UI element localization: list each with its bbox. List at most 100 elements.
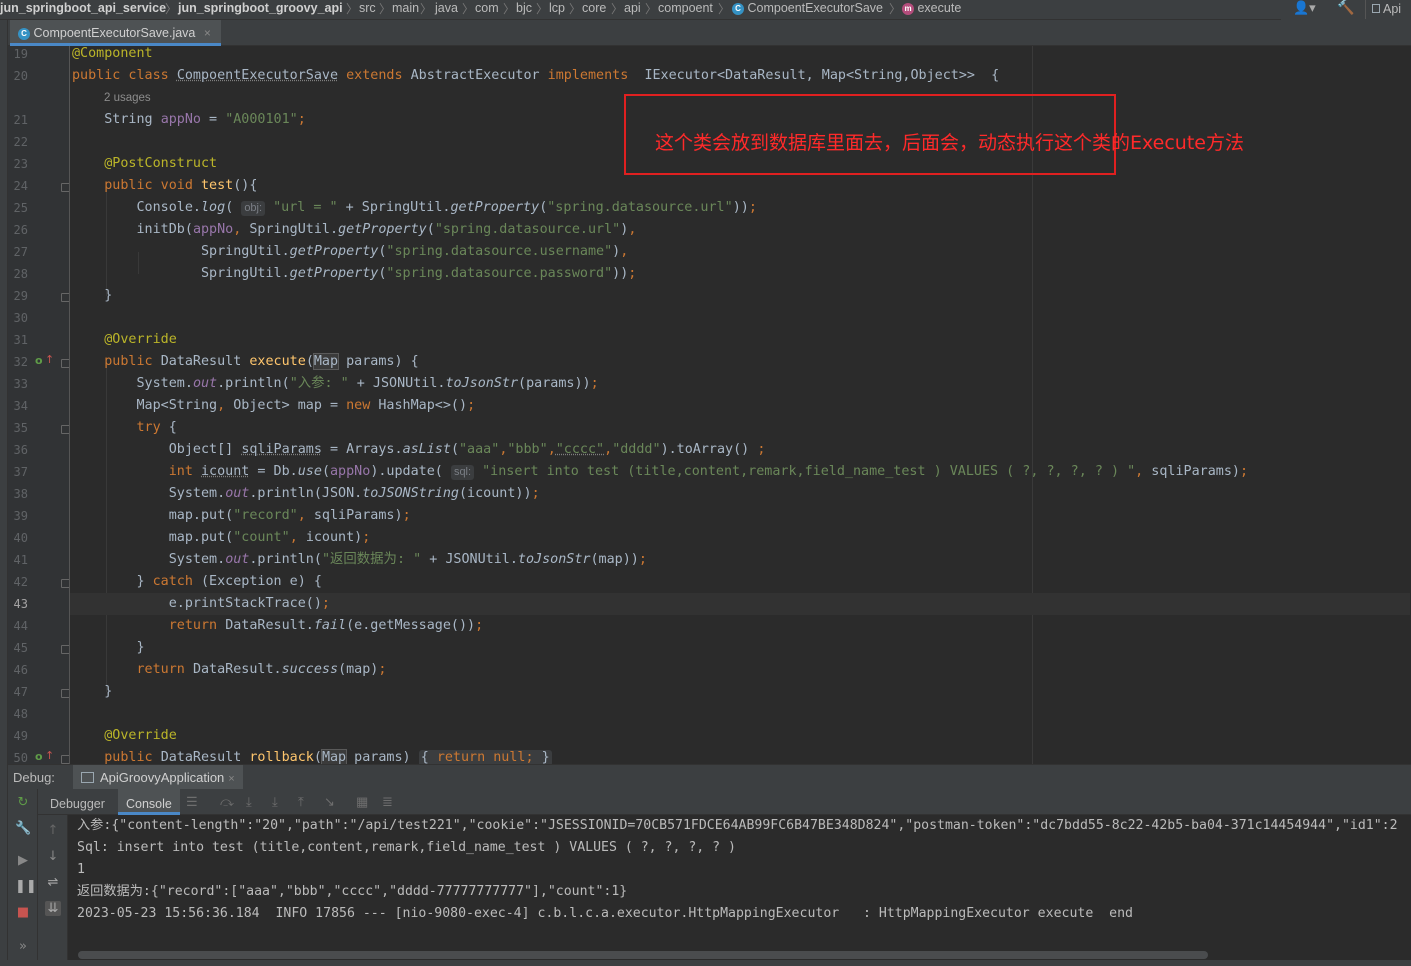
breadcrumb-item-api[interactable]: api xyxy=(624,1,641,15)
breadcrumb-separator: 〉 xyxy=(536,2,549,16)
param-hint: obj: xyxy=(241,201,266,216)
breadcrumb-class-label: CompoentExecutorSave xyxy=(747,1,883,15)
fold-icon[interactable] xyxy=(61,579,69,588)
fold-icon[interactable] xyxy=(61,645,69,654)
breadcrumb-item-class[interactable]: C CompoentExecutorSave xyxy=(732,1,883,15)
line-number: 34 xyxy=(13,399,28,413)
line-number: 45 xyxy=(13,641,28,655)
breadcrumb-item-com[interactable]: com xyxy=(475,1,499,15)
line-number: 30 xyxy=(13,311,28,325)
annotation-text: 这个类会放到数据库里面去，后面会，动态执行这个类的Execute方法 xyxy=(655,132,1244,154)
more-icon[interactable]: » xyxy=(15,939,31,954)
console-output[interactable]: 入参:{"content-length":"20","path":"/api/t… xyxy=(68,815,1411,951)
breadcrumb-item-src[interactable]: src xyxy=(359,1,376,15)
top-right-toolbar: 👤▾ 🔨 Api xyxy=(1281,0,1411,20)
step-out-icon[interactable]: ⤒ xyxy=(298,794,304,810)
method-icon: m xyxy=(902,3,914,15)
close-icon[interactable]: × xyxy=(228,773,234,785)
override-marker-icon[interactable]: o xyxy=(35,750,43,763)
stop-icon[interactable]: ■ xyxy=(15,905,31,920)
editor-tab[interactable]: C CompoentExecutorSave.java × xyxy=(10,20,221,46)
breadcrumb: jun_springboot_api_service 〉 jun_springb… xyxy=(0,0,1411,20)
breadcrumb-item-compoent[interactable]: compoent xyxy=(658,1,713,15)
fold-icon[interactable] xyxy=(61,359,69,368)
fold-icon[interactable] xyxy=(61,425,69,434)
pause-icon[interactable]: ❚❚ xyxy=(15,879,37,894)
usages-hint[interactable]: 2 usages xyxy=(104,92,151,104)
tab-debugger[interactable]: Debugger xyxy=(42,789,113,815)
breadcrumb-method-label: execute xyxy=(917,1,962,15)
step-over-icon[interactable]: ⤼ xyxy=(220,794,234,810)
fold-icon[interactable] xyxy=(61,689,69,698)
line-number: 39 xyxy=(13,509,28,523)
editor-tab-label: CompoentExecutorSave.java xyxy=(33,26,196,40)
line-number: 41 xyxy=(13,553,28,567)
code-line: Map<String, Object> map = new HashMap<>(… xyxy=(72,398,476,413)
line-number: 24 xyxy=(13,179,28,193)
debug-session-label: ApiGroovyApplication xyxy=(100,770,225,785)
breadcrumb-item-main[interactable]: main xyxy=(392,1,419,15)
tab-console[interactable]: Console xyxy=(118,789,180,815)
step-into-icon[interactable]: ⤓ xyxy=(246,794,252,810)
force-step-into-icon[interactable]: ⤓ xyxy=(272,794,278,810)
line-number: 20 xyxy=(13,69,28,83)
override-marker-icon[interactable]: o xyxy=(35,354,43,367)
close-icon[interactable]: × xyxy=(204,26,211,40)
scrollbar-thumb[interactable] xyxy=(78,951,1208,959)
code-line: Object[] sqliParams = Arrays.asList("aaa… xyxy=(72,442,766,457)
up-arrow-icon[interactable]: ↑ xyxy=(45,749,54,762)
line-number: 35 xyxy=(13,421,28,435)
build-hammer-icon[interactable]: 🔨 xyxy=(1337,0,1354,16)
code-line: @Override xyxy=(104,728,177,743)
evaluate-icon[interactable]: ▦ xyxy=(356,794,368,810)
scroll-to-end-icon[interactable]: ⇊ xyxy=(45,901,61,916)
status-bar xyxy=(0,960,1411,966)
down-arrow-icon[interactable]: ↓ xyxy=(45,849,61,864)
breadcrumb-item-java[interactable]: java xyxy=(435,1,458,15)
run-to-cursor-icon[interactable]: ↘ xyxy=(324,794,335,810)
code-line: } xyxy=(72,640,145,655)
debug-session-tab[interactable]: ApiGroovyApplication × xyxy=(73,765,243,790)
code-line: @PostConstruct xyxy=(104,156,218,171)
run-config-selector[interactable]: Api xyxy=(1365,0,1411,19)
menu-icon[interactable]: ☰ xyxy=(186,794,198,810)
line-number: 50 xyxy=(13,751,28,764)
soft-wrap-icon[interactable]: ⇌ xyxy=(45,875,61,890)
fold-icon[interactable] xyxy=(61,755,69,764)
up-arrow-icon[interactable]: ↑ xyxy=(45,353,54,366)
fold-icon[interactable] xyxy=(61,293,69,302)
breadcrumb-item-core[interactable]: core xyxy=(582,1,606,15)
line-number: 42 xyxy=(13,575,28,589)
breadcrumb-item-project[interactable]: jun_springboot_api_service xyxy=(0,1,166,15)
line-number: 38 xyxy=(13,487,28,501)
class-icon: C xyxy=(732,3,744,15)
user-icon[interactable]: 👤▾ xyxy=(1293,1,1316,16)
line-number: 26 xyxy=(13,223,28,237)
line-number: 33 xyxy=(13,377,28,391)
breadcrumb-item-lcp[interactable]: lcp xyxy=(549,1,565,15)
breadcrumb-separator: 〉 xyxy=(718,2,731,16)
code-line: map.put("count", icount); xyxy=(72,530,371,545)
breadcrumb-separator: 〉 xyxy=(420,2,433,16)
breadcrumb-item-bjc[interactable]: bjc xyxy=(516,1,532,15)
code-line: @Component xyxy=(72,46,153,61)
line-number-current: 43 xyxy=(13,597,28,611)
trace-icon[interactable]: ≣ xyxy=(382,794,393,810)
up-arrow-icon[interactable]: ↑ xyxy=(45,823,61,838)
resume-icon[interactable]: ▶ xyxy=(15,853,31,868)
code-line: map.put("record", sqliParams); xyxy=(72,508,411,523)
line-number: 23 xyxy=(13,157,28,171)
editor-gutter: 19 20 21 22 23 24 25 26 27 28 29 30 31 3… xyxy=(8,46,70,764)
console-line: Sql: insert into test (title,content,rem… xyxy=(77,840,736,855)
console-line: 2023-05-23 15:56:36.184 INFO 17856 --- [… xyxy=(77,906,1133,921)
editor-tab-bar: C CompoentExecutorSave.java × xyxy=(8,20,1411,46)
code-line: public DataResult execute(Map params) { xyxy=(104,353,419,370)
code-line: try { xyxy=(136,420,177,435)
settings-wrench-icon[interactable]: 🔧 xyxy=(15,821,31,836)
fold-icon[interactable] xyxy=(61,183,69,192)
rerun-icon[interactable]: ↻ xyxy=(15,795,31,810)
code-line: public void test(){ xyxy=(104,178,258,193)
breadcrumb-item-method[interactable]: m execute xyxy=(902,1,961,15)
code-line: return DataResult.success(map); xyxy=(136,662,387,677)
breadcrumb-item-module[interactable]: jun_springboot_groovy_api xyxy=(178,1,343,15)
